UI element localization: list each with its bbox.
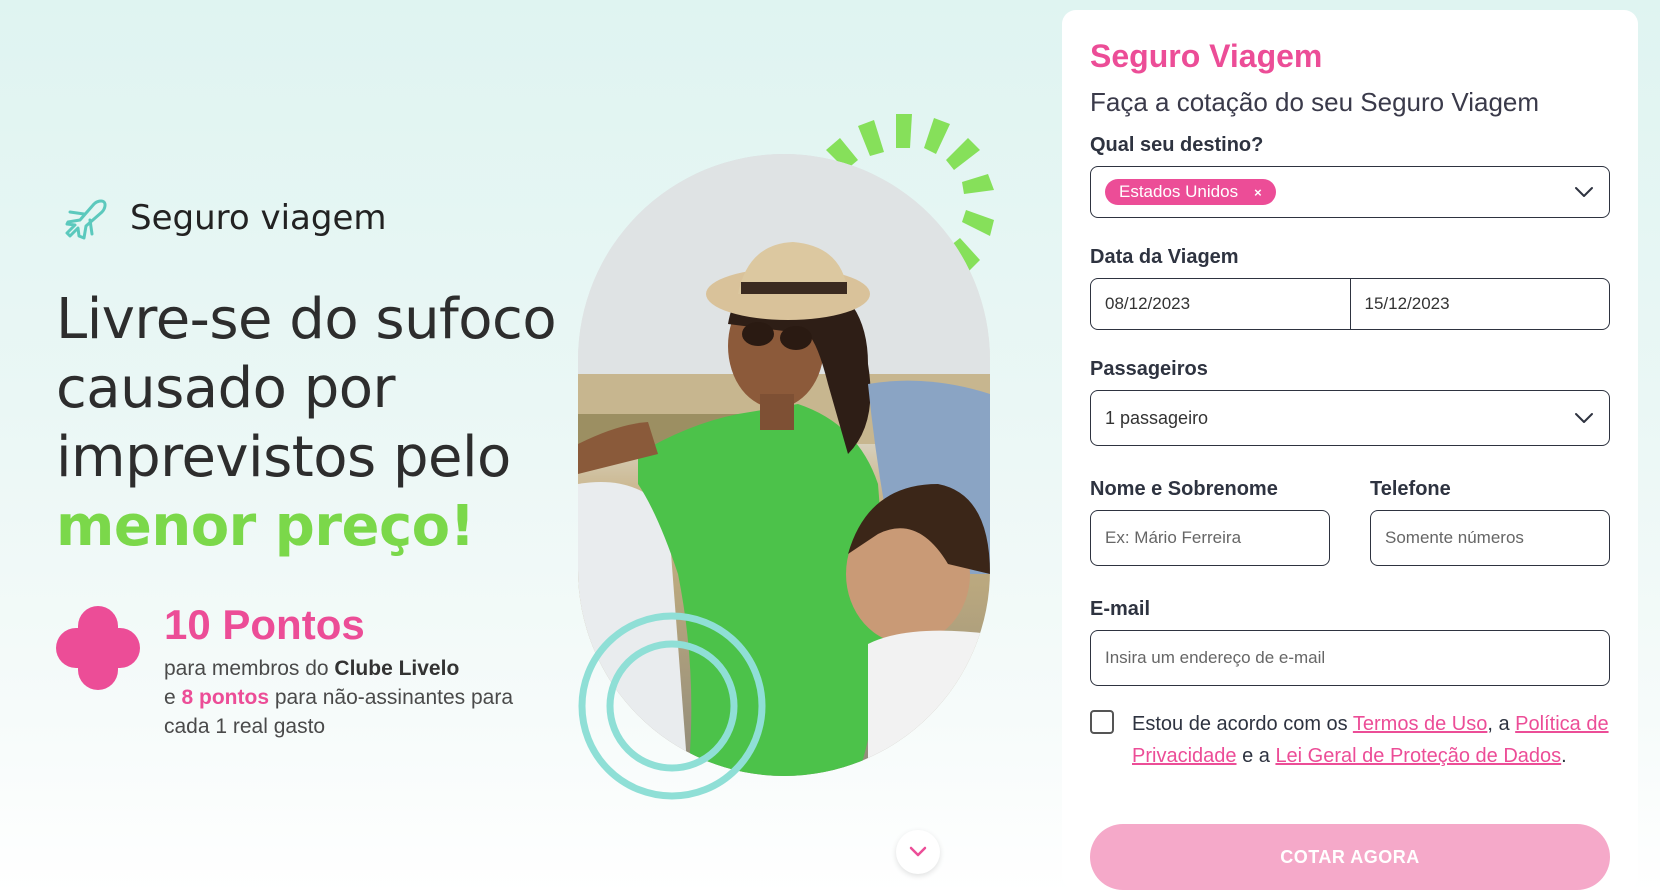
submit-quote-button[interactable]: COTAR AGORA <box>1090 824 1610 890</box>
consent-row: Estou de acordo com os Termos de Uso, a … <box>1090 708 1610 772</box>
date-label: Data da Viagem <box>1090 246 1239 268</box>
brand-label: Seguro viagem <box>130 198 387 238</box>
email-input[interactable]: Insira um endereço de e-mail <box>1090 630 1610 686</box>
plus-icon <box>56 606 140 690</box>
date-end-input[interactable]: 15/12/2023 <box>1349 279 1610 329</box>
passengers-label: Passageiros <box>1090 358 1208 380</box>
quote-form-card: Seguro Viagem Faça a cotação do seu Segu… <box>1062 10 1638 890</box>
destination-label: Qual seu destino? <box>1090 134 1264 156</box>
destination-select[interactable]: Estados Unidos × <box>1090 166 1610 218</box>
brand: Seguro viagem <box>60 192 387 244</box>
passengers-value: 1 passageiro <box>1105 407 1209 428</box>
form-title: Seguro Viagem <box>1090 38 1323 74</box>
chevron-down-icon <box>909 846 927 857</box>
date-start-input[interactable]: 08/12/2023 <box>1091 279 1350 329</box>
rings-decoration <box>578 612 766 800</box>
lgpd-link[interactable]: Lei Geral de Proteção de Dados <box>1275 745 1561 767</box>
phone-label: Telefone <box>1370 478 1451 500</box>
headline-line: Livre-se do sufoco <box>56 287 557 352</box>
scroll-down-button[interactable] <box>896 830 940 874</box>
headline-line: imprevistos pelo <box>56 425 511 490</box>
phone-placeholder: Somente números <box>1385 528 1524 547</box>
name-input[interactable]: Ex: Mário Ferreira <box>1090 510 1330 566</box>
phone-input[interactable]: Somente números <box>1370 510 1610 566</box>
date-range-field: 08/12/2023 15/12/2023 <box>1090 278 1610 330</box>
airplane-icon <box>65 199 107 240</box>
destination-tag: Estados Unidos × <box>1105 179 1276 205</box>
name-placeholder: Ex: Mário Ferreira <box>1105 528 1242 547</box>
terms-link[interactable]: Termos de Uso <box>1353 713 1488 735</box>
chevron-down-icon <box>1575 187 1593 197</box>
destination-tag-label: Estados Unidos <box>1119 182 1239 201</box>
points-description: para membros do Clube Livelo e 8 pontos … <box>164 657 514 738</box>
name-label: Nome e Sobrenome <box>1090 478 1278 500</box>
email-placeholder: Insira um endereço de e-mail <box>1105 648 1326 667</box>
email-label: E-mail <box>1090 598 1151 620</box>
chevron-down-icon <box>1575 413 1593 423</box>
remove-tag-button[interactable]: × <box>1254 185 1262 200</box>
points-title: 10 Pontos <box>164 601 365 648</box>
passengers-select[interactable]: 1 passageiro <box>1090 390 1610 446</box>
headline-line: causado por <box>56 356 396 421</box>
form-subtitle: Faça a cotação do seu Seguro Viagem <box>1090 87 1540 117</box>
consent-text: Estou de acordo com os Termos de Uso, a … <box>1132 713 1609 767</box>
headline-accent: menor preço! <box>56 494 475 559</box>
consent-checkbox[interactable] <box>1090 710 1114 734</box>
hero-headline: Livre-se do sufoco causado por imprevist… <box>56 285 576 561</box>
points-promo: 10 Pontos para membros do Clube Livelo e… <box>56 602 564 741</box>
